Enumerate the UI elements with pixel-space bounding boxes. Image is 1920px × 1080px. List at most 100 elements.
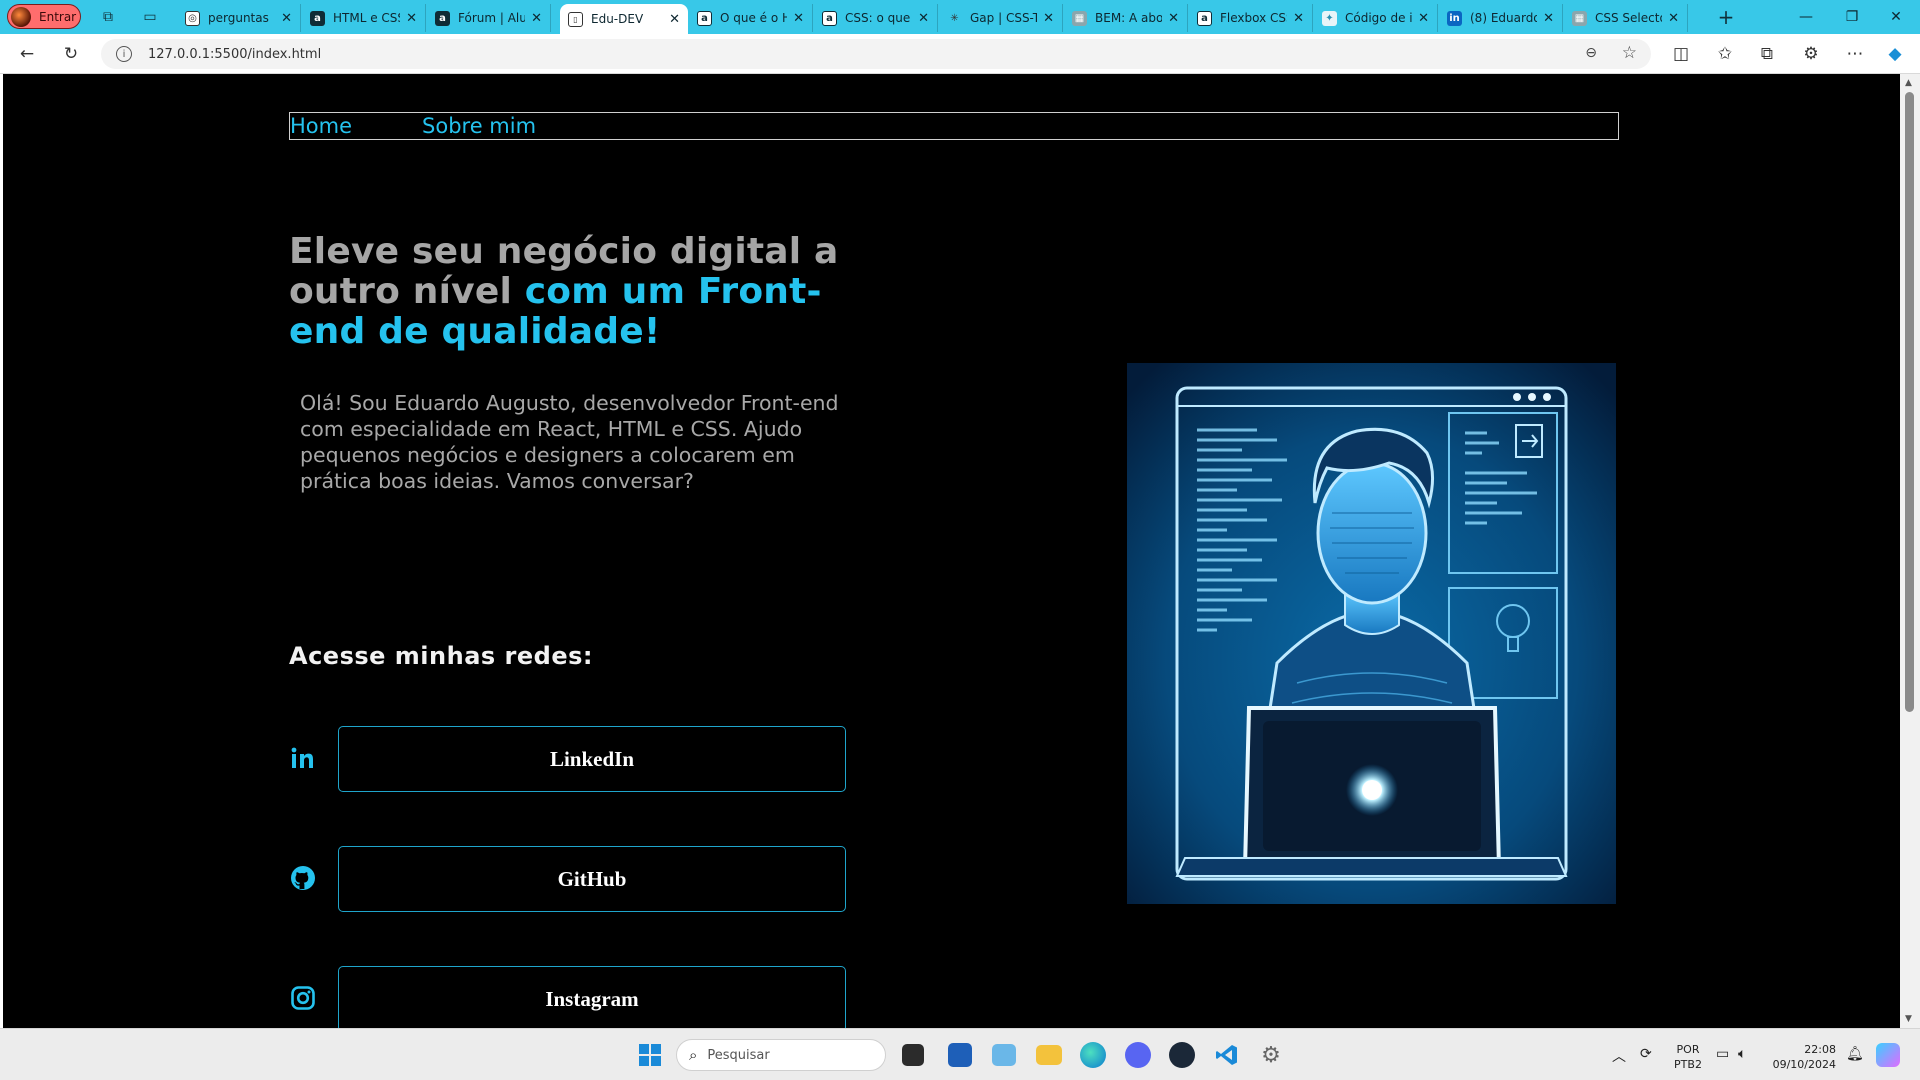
social-title: Acesse minhas redes: xyxy=(289,642,593,670)
file-explorer-icon[interactable] xyxy=(1036,1045,1062,1065)
close-icon[interactable]: ✕ xyxy=(793,11,804,26)
scroll-up-icon[interactable]: ▲ xyxy=(1905,78,1912,88)
tab-css-selector[interactable]: ▦ CSS Selector ✕ xyxy=(1564,4,1688,32)
site-info-icon[interactable]: i xyxy=(116,46,132,62)
windows-taskbar: ⌕ Pesquisar ⚙ ︿ ⟳ POR PTB2 ▭ 🔈︎ 22:08 09… xyxy=(0,1028,1920,1080)
more-menu-icon[interactable]: ⋯ xyxy=(1842,42,1868,66)
notification-bell-icon[interactable]: 🔔︎ xyxy=(1846,1046,1864,1062)
tab-forum[interactable]: a Fórum | Alur ✕ xyxy=(427,4,551,32)
alura-icon: a xyxy=(310,10,325,26)
instagram-button[interactable]: Instagram xyxy=(338,966,846,1028)
collections-icon[interactable]: ⧉ xyxy=(1754,42,1780,66)
close-window-button[interactable]: ✕ xyxy=(1872,0,1920,34)
split-screen-icon[interactable]: ◫ xyxy=(1668,42,1694,66)
discord-icon[interactable] xyxy=(1125,1042,1151,1068)
intro-paragraph: Olá! Sou Eduardo Augusto, desenvolvedor … xyxy=(300,391,839,493)
chevron-up-icon[interactable]: ︿ xyxy=(1612,1046,1626,1066)
vscode-icon[interactable] xyxy=(1213,1041,1241,1069)
close-icon[interactable]: ✕ xyxy=(1168,11,1179,26)
new-tab-button[interactable]: + xyxy=(1714,5,1738,29)
close-icon[interactable]: ✕ xyxy=(669,12,680,27)
page-viewport: Home Sobre mim Eleve seu negócio digital… xyxy=(3,74,1900,1028)
favorites-icon[interactable]: ✩ xyxy=(1712,42,1738,66)
volume-icon[interactable]: 🔈︎ xyxy=(1738,1046,1746,1062)
clock-time: 22:08 xyxy=(1804,1043,1836,1056)
close-icon[interactable]: ✕ xyxy=(1043,11,1054,26)
start-icon[interactable] xyxy=(636,1041,664,1069)
close-icon[interactable]: ✕ xyxy=(531,11,542,26)
task-view-icon[interactable] xyxy=(902,1044,924,1066)
copilot-taskbar-icon[interactable] xyxy=(1876,1043,1900,1067)
network-icon[interactable]: ▭ xyxy=(1716,1046,1729,1062)
steam-icon[interactable] xyxy=(1169,1042,1195,1068)
tab-flexbox[interactable]: a Flexbox CSS: ✕ xyxy=(1189,4,1313,32)
language-indicator[interactable]: POR PTB2 xyxy=(1670,1042,1706,1072)
page-headline: Eleve seu negócio digital a outro nível … xyxy=(289,232,889,352)
document-icon: ▯ xyxy=(568,11,583,27)
linkedin-button[interactable]: LinkedIn xyxy=(338,726,846,792)
github-button[interactable]: GitHub xyxy=(338,846,846,912)
linkedin-icon xyxy=(289,744,317,772)
tab-bem[interactable]: ▦ BEM: A abor ✕ xyxy=(1064,4,1188,32)
grid-icon: ▦ xyxy=(1572,10,1587,26)
browser-tab-strip: Entrar ⧉ ▭ ◎ perguntas ✕ a HTML e CSS: ✕… xyxy=(0,0,1920,34)
close-icon[interactable]: ✕ xyxy=(1418,11,1429,26)
alura-icon: a xyxy=(1197,10,1212,26)
page-scrollbar[interactable]: ▲ ▼ xyxy=(1900,74,1920,1028)
profile-button[interactable]: Entrar xyxy=(7,4,81,29)
zoom-icon[interactable]: ⊖ xyxy=(1585,45,1597,61)
clock-date: 09/10/2024 xyxy=(1772,1058,1836,1071)
copilot-icon[interactable]: ◆ xyxy=(1882,42,1908,66)
tab-o-que-e[interactable]: a O que é o H ✕ xyxy=(689,4,813,32)
address-bar[interactable]: i 127.0.0.1:5500/index.html ⊖ ☆ xyxy=(101,39,1651,69)
nav-about-link[interactable]: Sobre mim xyxy=(422,114,536,138)
tab-gap-css-tricks[interactable]: ✳ Gap | CSS-Tr ✕ xyxy=(939,4,1063,32)
store-icon[interactable] xyxy=(948,1043,972,1067)
alura-icon: a xyxy=(435,10,450,26)
url-text[interactable]: 127.0.0.1:5500/index.html xyxy=(148,47,321,62)
puzzle-icon: ✦ xyxy=(1322,10,1337,26)
refresh-button[interactable]: ↻ xyxy=(58,42,84,66)
taskbar-search[interactable]: ⌕ Pesquisar xyxy=(676,1039,886,1071)
tab-css-o-que-e[interactable]: a CSS: o que é ✕ xyxy=(814,4,938,32)
tab-html-css[interactable]: a HTML e CSS: ✕ xyxy=(302,4,426,32)
instagram-icon xyxy=(289,984,317,1012)
close-icon[interactable]: ✕ xyxy=(281,11,292,26)
search-placeholder: Pesquisar xyxy=(707,1047,770,1063)
scrollbar-thumb[interactable] xyxy=(1905,92,1914,712)
settings-icon[interactable]: ⚙ xyxy=(1257,1041,1285,1069)
avatar xyxy=(11,6,31,27)
star-burst-icon: ✳ xyxy=(950,12,959,24)
restore-button[interactable]: ❐ xyxy=(1828,0,1876,34)
tab-codigo[interactable]: ✦ Código de ir ✕ xyxy=(1314,4,1438,32)
tab-linkedin[interactable]: in (8) Eduardo ✕ xyxy=(1439,4,1563,32)
tab-actions-icon[interactable]: ▭ xyxy=(138,6,162,28)
workspaces-icon[interactable]: ⧉ xyxy=(96,6,120,28)
site-nav: Home Sobre mim xyxy=(289,112,1619,140)
minimize-button[interactable]: — xyxy=(1782,0,1830,34)
photos-icon[interactable] xyxy=(992,1044,1016,1066)
extensions-icon[interactable]: ⚙ xyxy=(1798,42,1824,66)
clock[interactable]: 22:08 09/10/2024 xyxy=(1766,1042,1836,1072)
sync-icon[interactable]: ⟳ xyxy=(1640,1046,1652,1062)
globe-icon: ◎ xyxy=(185,10,200,26)
social-row-linkedin: LinkedIn xyxy=(289,726,849,792)
favorite-star-icon[interactable]: ☆ xyxy=(1622,43,1637,63)
tab-perguntas[interactable]: ◎ perguntas ✕ xyxy=(177,4,301,32)
edge-icon[interactable] xyxy=(1080,1042,1106,1068)
browser-toolbar: ← ↻ i 127.0.0.1:5500/index.html ⊖ ☆ ◫ ✩ … xyxy=(0,34,1920,74)
social-row-github: GitHub xyxy=(289,846,849,912)
tab-edu-dev[interactable]: ▯ Edu-DEV ✕ xyxy=(560,4,688,34)
nav-home-link[interactable]: Home xyxy=(290,114,352,138)
developer-illustration xyxy=(1127,363,1616,904)
scroll-down-icon[interactable]: ▼ xyxy=(1905,1014,1912,1024)
back-button[interactable]: ← xyxy=(14,42,40,66)
person-face xyxy=(1316,461,1428,605)
close-icon[interactable]: ✕ xyxy=(918,11,929,26)
close-icon[interactable]: ✕ xyxy=(1668,11,1679,26)
alura-icon: a xyxy=(697,10,712,26)
close-icon[interactable]: ✕ xyxy=(1293,11,1304,26)
close-icon[interactable]: ✕ xyxy=(1543,11,1554,26)
linkedin-icon: in xyxy=(1447,10,1462,26)
close-icon[interactable]: ✕ xyxy=(406,11,417,26)
